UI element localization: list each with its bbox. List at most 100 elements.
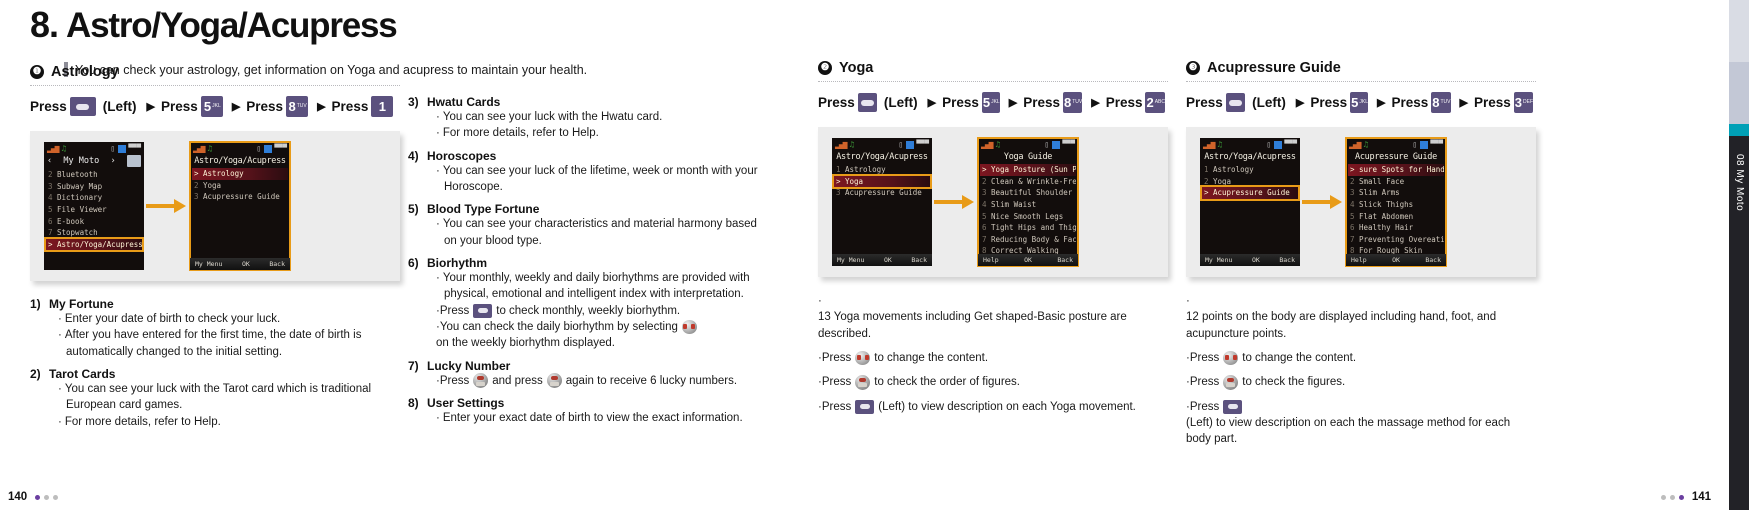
yoga-notes: · 13 Yoga movements including Get shaped-… <box>818 293 1168 415</box>
ok-key-icon[interactable] <box>473 373 489 389</box>
press-label-3: Press <box>1391 95 1429 110</box>
numkey-3[interactable]: 3 DEF <box>1513 92 1533 113</box>
softkey-left-icon[interactable] <box>857 93 877 112</box>
phone-screen-astro-menu-yoga: ▂▄▆ ♫ ▯ ▀▀▀ Astro/Yoga/Acupress 1 Astrolo… <box>832 138 932 266</box>
numkey-8[interactable]: 8 TUV <box>1431 92 1451 113</box>
list-item[interactable]: 2 Small Face <box>1348 176 1444 188</box>
chevron-right-icon: ▶ <box>927 97 937 109</box>
list-item[interactable]: 3 Acupressure Guide <box>192 191 288 203</box>
list-item[interactable]: 1 Astrology <box>834 164 930 176</box>
list-item-selected[interactable]: >Yoga Posture (Sun Postu <box>980 164 1076 176</box>
press-label: Press <box>818 95 855 110</box>
softkey-right[interactable]: Back <box>1279 256 1295 264</box>
softkey-right[interactable]: Back <box>1057 256 1073 264</box>
ok-key-icon[interactable] <box>855 374 871 390</box>
feature-my-fortune: 1) My Fortune · Enter your date of birth … <box>30 297 400 360</box>
softkey-center[interactable]: OK <box>1024 256 1032 264</box>
bullet-with-key: · Press to check monthly, weekly biorhyth… <box>436 303 681 318</box>
list-item[interactable]: 7Preventing Overeating <box>1348 234 1444 246</box>
chevron-right-icon: ▶ <box>231 101 241 113</box>
lock-icon: ▯ <box>256 143 262 153</box>
list-item[interactable]: 2 Bluetooth <box>46 169 142 181</box>
softkey-center[interactable]: OK <box>1252 256 1260 264</box>
numkey-5[interactable]: 5 JKL <box>200 96 223 117</box>
numkey-5[interactable]: 5 JKL <box>1350 92 1368 113</box>
softkey-left[interactable]: Help <box>983 256 999 264</box>
screenshot-panel-acupressure: ▂▄▆ ♫ ▯ ▀▀▀ Astro/Yoga/Acupress 1 Astrolo… <box>1186 127 1536 277</box>
list-item[interactable]: 4 Slim Waist <box>980 199 1076 211</box>
softkey-right[interactable]: Back <box>1425 256 1441 264</box>
softkey-left[interactable]: My Menu <box>837 256 864 264</box>
numkey-2[interactable]: 2 ABC <box>1145 92 1165 113</box>
battery-icon: ▀▀▀ <box>128 144 141 152</box>
page-number-right: 141 <box>1659 491 1711 503</box>
list-item[interactable]: 3 Acupressure Guide <box>834 187 930 199</box>
softkey-center[interactable]: OK <box>884 256 892 264</box>
list-item-selected[interactable]: > Acupressure Guide <box>1200 185 1300 201</box>
signal-icon: ▂▄▆ <box>47 143 59 153</box>
list-item[interactable]: 3Beautiful Shoulder Line <box>980 187 1076 199</box>
softkey-left-icon[interactable] <box>1225 93 1246 112</box>
numkey-8[interactable]: 8 TUV <box>1062 92 1083 113</box>
list-item[interactable]: 4 Dictionary <box>46 192 142 204</box>
feature-heading: 1) My Fortune <box>30 297 400 311</box>
navigation-key-icon[interactable] <box>1223 351 1239 366</box>
chevron-right-icon: ▶ <box>1459 97 1468 109</box>
prev-arrow-icon[interactable]: ‹ <box>47 156 52 166</box>
list-item[interactable]: 5 Flat Abdomen <box>1348 211 1444 223</box>
list-item[interactable]: 2Clean & Wrinkle-Free Fac <box>980 176 1076 188</box>
list-item[interactable]: 5 File Viewer <box>46 204 142 216</box>
chevron-right-icon: ▶ <box>1008 97 1018 109</box>
signal-icon: ▂▄▆ <box>835 139 847 149</box>
bullet: · You can see your luck with the Tarot ca… <box>58 382 372 412</box>
numkey-8[interactable]: 8 TUV <box>286 96 309 117</box>
ok-key-icon[interactable] <box>1223 374 1239 390</box>
list-item[interactable]: 3 Slim Arms <box>1348 187 1444 199</box>
navigation-key-icon[interactable] <box>681 320 697 335</box>
softkey-left-icon[interactable] <box>69 97 96 116</box>
softkey-left[interactable]: Help <box>1351 256 1367 264</box>
numkey-5[interactable]: 5 JKL <box>981 92 1000 113</box>
page-title: 8. Astro/Yoga/Acupress <box>30 4 398 46</box>
list-item[interactable]: 4 Slick Thighs <box>1348 199 1444 211</box>
list-item[interactable]: 3 Subway Map <box>46 181 142 193</box>
list-item-selected[interactable]: > Astro/Yoga/Acupress <box>44 236 144 253</box>
softkey-right[interactable]: Back <box>911 256 927 264</box>
list-item[interactable]: 1 Astrology <box>1202 164 1298 176</box>
list-item[interactable]: 6Tight Hips and Thighs <box>980 222 1076 234</box>
list-item[interactable]: 2 Yoga <box>192 180 288 192</box>
list-item-selected[interactable]: > Astrology <box>192 168 288 180</box>
softkey-left[interactable]: My Menu <box>195 260 222 268</box>
list-item[interactable]: 6 E-book <box>46 216 142 228</box>
list-item[interactable]: 6 Healthy Hair <box>1348 222 1444 234</box>
battery-icon: ▀▀▀ <box>1430 140 1443 148</box>
bullet: · After you have entered for the first ti… <box>58 329 362 358</box>
list-item-selected[interactable]: > Yoga <box>832 173 932 190</box>
chevron-right-icon: ▶ <box>1091 97 1100 109</box>
lock-icon: ▯ <box>1412 139 1418 149</box>
list-item[interactable]: 7 Stopwatch <box>46 227 142 239</box>
list-item[interactable]: 2 Yoga <box>1202 176 1298 188</box>
numkey-1[interactable]: 1 <box>371 96 394 117</box>
softkey-left-icon[interactable] <box>1223 399 1243 414</box>
grid-view-icon[interactable] <box>126 155 141 167</box>
navigation-key-icon[interactable] <box>855 351 871 366</box>
next-arrow-icon[interactable]: › <box>111 156 116 166</box>
softkey-left[interactable]: My Menu <box>1205 256 1232 264</box>
softkey-right[interactable]: Back <box>269 260 285 268</box>
list-item-selected[interactable]: >sure Spots for Hands & Fe <box>1348 164 1444 176</box>
softkey-left-icon[interactable] <box>855 399 875 414</box>
page-number-left-text: 140 <box>8 491 28 503</box>
softkey-center[interactable]: OK <box>242 260 250 268</box>
feature-heading: 2) Tarot Cards <box>30 367 400 381</box>
bullet: · Your monthly, weekly and daily biorhyth… <box>436 271 750 301</box>
feature-title: Tarot Cards <box>49 366 116 381</box>
list-item[interactable]: 7Reducing Body & Face Swe <box>980 234 1076 246</box>
ok-key-icon[interactable] <box>546 373 562 389</box>
section-astrology-continued: 3) Hwatu Cards · You can see your luck wi… <box>408 88 768 428</box>
softkey-left-icon[interactable] <box>473 303 493 318</box>
status-bar: ▂▄▆ ♫ ▯ ▀▀▀ <box>1346 138 1446 151</box>
list-item[interactable]: 5 Nice Smooth Legs <box>980 211 1076 223</box>
softkey-center[interactable]: OK <box>1392 256 1400 264</box>
bluetooth-icon <box>906 140 915 149</box>
